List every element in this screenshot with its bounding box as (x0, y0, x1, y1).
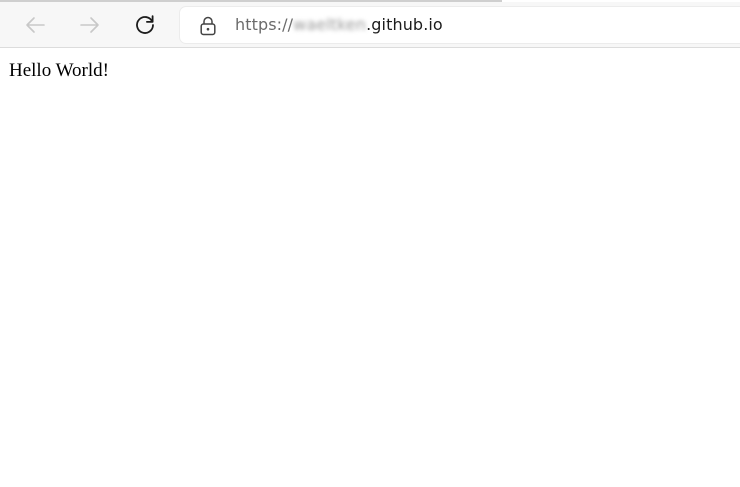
lock-icon[interactable] (199, 16, 217, 36)
url-text[interactable]: https://waeltken.github.io (235, 15, 443, 35)
url-redacted-part: waeltken (293, 15, 367, 34)
url-domain: .github.io (366, 15, 443, 34)
arrow-left-icon (26, 17, 45, 33)
url-scheme: https:// (235, 15, 294, 34)
reload-button[interactable] (129, 9, 161, 41)
page-body-text: Hello World! (9, 60, 109, 81)
reload-icon (136, 15, 154, 34)
back-button[interactable] (19, 9, 51, 41)
browser-toolbar: https://waeltken.github.io (0, 2, 740, 48)
page-content: Hello World! (0, 49, 740, 487)
browser-window: https://waeltken.github.io Hello World! (0, 0, 740, 487)
forward-button[interactable] (74, 9, 106, 41)
address-bar[interactable]: https://waeltken.github.io (180, 7, 740, 43)
arrow-right-icon (80, 17, 99, 33)
